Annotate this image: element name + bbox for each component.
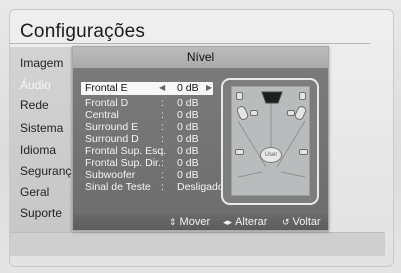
menu-item-idioma[interactable]: Idioma — [20, 143, 56, 157]
row-label: Subwoofer — [85, 169, 136, 181]
row-value: 0 dB — [177, 133, 199, 145]
row-label: Central — [85, 109, 119, 121]
row-separator: : — [161, 145, 164, 157]
dialog-title: Nível — [73, 47, 328, 68]
surround-left-speaker-icon — [235, 149, 244, 155]
row-separator: : — [161, 109, 164, 121]
front-right-top-speaker-icon — [299, 92, 306, 100]
return-icon: ↺ — [282, 217, 290, 227]
user-position-icon: User — [260, 147, 282, 163]
level-row-frontal-e[interactable]: Frontal E ◀ 0 dB ▶ — [81, 82, 213, 95]
tv-icon — [261, 91, 283, 104]
dialog-body: Frontal E ◀ 0 dB ▶ Frontal D : 0 dB Cent… — [73, 68, 328, 214]
center-speaker-icon — [250, 110, 258, 116]
front-left-top-speaker-icon — [236, 92, 243, 100]
level-row-subwoofer[interactable]: Subwoofer : 0 dB — [81, 169, 213, 181]
row-value: 0 dB — [177, 82, 199, 94]
row-label: Frontal Sup. Esq. — [85, 145, 167, 157]
level-row-frontal-sup-dir[interactable]: Frontal Sup. Dir. : 0 dB — [81, 157, 213, 169]
surround-right-speaker-icon — [299, 149, 308, 155]
level-row-frontal-d[interactable]: Frontal D : 0 dB — [81, 97, 213, 109]
speaker-layout-diagram: User — [221, 78, 319, 205]
row-separator: : — [161, 121, 164, 133]
level-row-sinal-de-teste[interactable]: Sinal de Teste : Desligado — [81, 181, 224, 193]
listening-room: User — [231, 86, 310, 196]
level-row-surround-d[interactable]: Surround D : 0 dB — [81, 133, 213, 145]
row-separator: : — [161, 169, 164, 181]
menu-item-suporte[interactable]: Suporte — [20, 206, 62, 220]
level-dialog: Nível Frontal E ◀ 0 dB ▶ Frontal D : 0 d… — [72, 46, 329, 231]
row-label: Frontal Sup. Dir. — [85, 157, 161, 169]
row-value: 0 dB — [177, 157, 199, 169]
row-separator: : — [161, 157, 164, 169]
row-separator: : — [161, 133, 164, 145]
row-value: 0 dB — [177, 97, 199, 109]
increase-arrow-icon[interactable]: ▶ — [206, 82, 212, 94]
page-title: Configurações — [20, 21, 146, 42]
row-value: 0 dB — [177, 169, 199, 181]
subwoofer-icon — [287, 110, 295, 116]
row-label: Surround E — [85, 121, 139, 133]
row-value: 0 dB — [177, 121, 199, 133]
menu-item-rede[interactable]: Rede — [20, 98, 49, 112]
left-right-arrows-icon: ◂▸ — [223, 217, 233, 227]
menu-item-sistema[interactable]: Sistema — [20, 121, 63, 135]
row-label: Surround D — [85, 133, 139, 145]
row-label: Frontal D — [85, 97, 129, 109]
footer-move: ⇕ Mover — [169, 214, 210, 230]
move-arrows-icon: ⇕ — [169, 217, 177, 227]
title-divider — [10, 43, 370, 44]
menu-item-seguranca[interactable]: Segurança — [20, 164, 78, 178]
level-row-surround-e[interactable]: Surround E : 0 dB — [81, 121, 213, 133]
menu-item-imagem[interactable]: Imagem — [20, 56, 63, 70]
row-separator: : — [161, 181, 164, 193]
menu-item-geral[interactable]: Geral — [20, 185, 49, 199]
dialog-footer: ⇕ Mover ◂▸ Alterar ↺ Voltar — [73, 214, 328, 230]
user-label: User — [264, 152, 278, 158]
row-value: 0 dB — [177, 109, 199, 121]
menu-item-audio[interactable]: Áudio — [20, 78, 51, 92]
footer-change: ◂▸ Alterar — [223, 214, 267, 230]
settings-menu-background — [10, 47, 72, 232]
footer-back-label: Voltar — [292, 216, 321, 228]
level-row-frontal-sup-esq[interactable]: Frontal Sup. Esq. : 0 dB — [81, 145, 213, 157]
level-row-central[interactable]: Central : 0 dB — [81, 109, 213, 121]
row-value: Desligado — [177, 181, 224, 193]
footer-change-label: Alterar — [235, 216, 268, 228]
row-label: Sinal de Teste — [85, 181, 151, 193]
row-separator: : — [161, 97, 164, 109]
decrease-arrow-icon[interactable]: ◀ — [159, 82, 165, 94]
footer-move-label: Mover — [179, 216, 211, 228]
footer-back: ↺ Voltar — [282, 214, 321, 230]
row-label: Frontal E — [85, 82, 128, 94]
bottom-band — [10, 232, 385, 256]
row-value: 0 dB — [177, 145, 199, 157]
